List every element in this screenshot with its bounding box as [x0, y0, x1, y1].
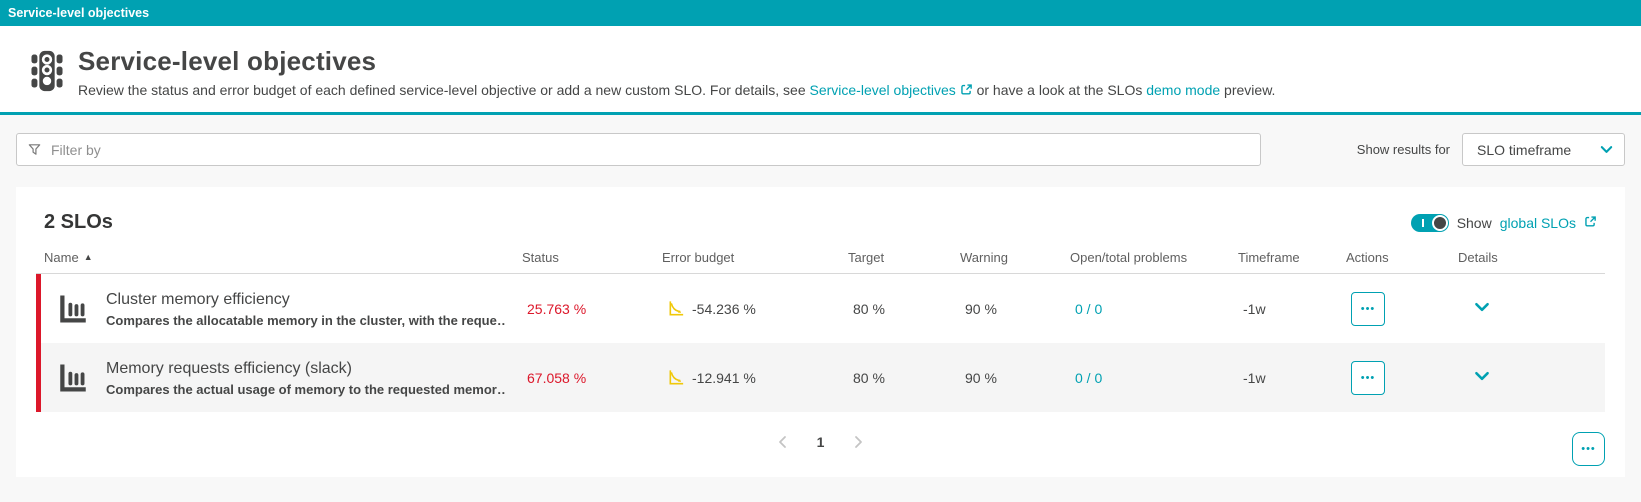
column-header-timeframe[interactable]: Timeframe: [1230, 250, 1338, 265]
status-value: 25.763 %: [527, 300, 587, 317]
actions-cell: •••: [1343, 291, 1455, 326]
timeframe-value: -1w: [1243, 300, 1266, 317]
error-budget-value: -12.941 %: [692, 369, 756, 386]
slo-name[interactable]: Cluster memory efficiency: [106, 289, 506, 311]
column-header-problems[interactable]: Open/total problems: [1062, 250, 1230, 265]
expand-details-chevron-icon[interactable]: [1473, 367, 1491, 385]
next-page-chevron-icon[interactable]: [850, 434, 866, 450]
actions-cell: •••: [1343, 360, 1455, 395]
warning-value: 90 %: [965, 300, 997, 317]
expand-details-chevron-icon[interactable]: [1473, 298, 1491, 316]
breadcrumb: Service-level objectives: [8, 6, 150, 20]
show-label: Show: [1456, 214, 1492, 231]
traffic-light-icon: [24, 48, 70, 99]
slo-table: Name ▲ Status Error budget Target Warnin…: [36, 241, 1605, 471]
filter-row: Show results for SLO timeframe: [16, 133, 1625, 166]
column-header-actions: Actions: [1346, 249, 1389, 265]
filter-input[interactable]: [51, 141, 1250, 158]
toggle-on-indicator: [1421, 218, 1424, 227]
error-budget-cell: -54.236 %: [659, 299, 845, 318]
timeframe-value: -1w: [1243, 369, 1266, 386]
global-slos-toggle[interactable]: [1410, 213, 1449, 232]
card-header: 2 SLOs Show global SLOs: [16, 187, 1625, 241]
burndown-chart-icon: [667, 368, 686, 387]
error-budget-cell: -12.941 %: [659, 368, 845, 387]
details-cell: [1455, 298, 1605, 319]
table-header-row: Name ▲ Status Error budget Target Warnin…: [36, 241, 1605, 274]
warning-value: 90 %: [965, 369, 997, 386]
slo-name-cell: Memory requests efficiency (slack) Compa…: [41, 358, 519, 397]
current-page-number[interactable]: 1: [817, 434, 825, 450]
problems-link[interactable]: 0 / 0: [1075, 370, 1102, 386]
details-cell: [1455, 367, 1605, 388]
error-budget-value: -54.236 %: [692, 300, 756, 317]
slo-chart-icon: [56, 292, 90, 326]
show-results-for-label: Show results for: [1356, 142, 1450, 157]
app-header-bar: Service-level objectives: [0, 0, 1641, 26]
column-header-details: Details: [1458, 249, 1498, 265]
problems-cell: 0 / 0: [1067, 370, 1235, 386]
page-title: Service-level objectives: [78, 46, 377, 76]
pagination: 1: [36, 412, 1605, 471]
page-header: Service-level objectives Review the stat…: [0, 26, 1641, 115]
column-header-status[interactable]: Status: [514, 250, 654, 265]
table-row: Cluster memory efficiency Compares the a…: [36, 274, 1605, 343]
timeframe-dropdown-value: SLO timeframe: [1477, 141, 1572, 158]
description-text: or have a look at the SLOs: [972, 82, 1147, 98]
target-value: 80 %: [853, 369, 885, 386]
column-header-error-budget[interactable]: Error budget: [654, 250, 840, 265]
column-header-warning[interactable]: Warning: [952, 250, 1062, 265]
table-row: Memory requests efficiency (slack) Compa…: [36, 343, 1605, 412]
external-link-icon[interactable]: [1584, 215, 1597, 231]
sort-ascending-icon: ▲: [83, 252, 93, 262]
table-options-button[interactable]: •••: [1572, 432, 1605, 466]
slo-name-cell: Cluster memory efficiency Compares the a…: [41, 289, 519, 328]
burndown-chart-icon: [667, 299, 686, 318]
external-link-icon[interactable]: [960, 83, 973, 99]
previous-page-chevron-icon[interactable]: [775, 434, 791, 450]
slo-name[interactable]: Memory requests efficiency (slack): [106, 358, 506, 380]
row-actions-button[interactable]: •••: [1351, 360, 1385, 395]
global-slos-control: Show global SLOs: [1410, 213, 1597, 232]
slo-description: Compares the allocatable memory in the c…: [106, 312, 506, 328]
problems-cell: 0 / 0: [1067, 301, 1235, 317]
column-header-target[interactable]: Target: [840, 250, 952, 265]
slo-chart-icon: [56, 361, 90, 395]
slo-list-card: 2 SLOs Show global SLOs Name ▲ Status Er…: [16, 187, 1625, 477]
page-description: Review the status and error budget of ea…: [78, 82, 1275, 99]
global-slos-link[interactable]: global SLOs: [1500, 215, 1576, 231]
chevron-down-icon: [1599, 142, 1614, 157]
target-value: 80 %: [853, 300, 885, 317]
problems-link[interactable]: 0 / 0: [1075, 301, 1102, 317]
demo-mode-link[interactable]: demo mode: [1146, 82, 1220, 98]
description-text: preview.: [1220, 82, 1276, 98]
timeframe-dropdown[interactable]: SLO timeframe: [1462, 133, 1625, 166]
filter-box[interactable]: [16, 133, 1261, 166]
row-actions-button[interactable]: •••: [1351, 291, 1385, 326]
slo-count: 2 SLOs: [44, 211, 113, 233]
description-text: Review the status and error budget of ea…: [78, 82, 810, 98]
slo-docs-link[interactable]: Service-level objectives: [810, 82, 956, 98]
column-header-name[interactable]: Name ▲: [36, 250, 514, 265]
filter-funnel-icon: [27, 142, 42, 157]
toggle-knob[interactable]: [1431, 214, 1448, 231]
slo-description: Compares the actual usage of memory to t…: [106, 381, 506, 397]
status-value: 67.058 %: [527, 369, 587, 386]
